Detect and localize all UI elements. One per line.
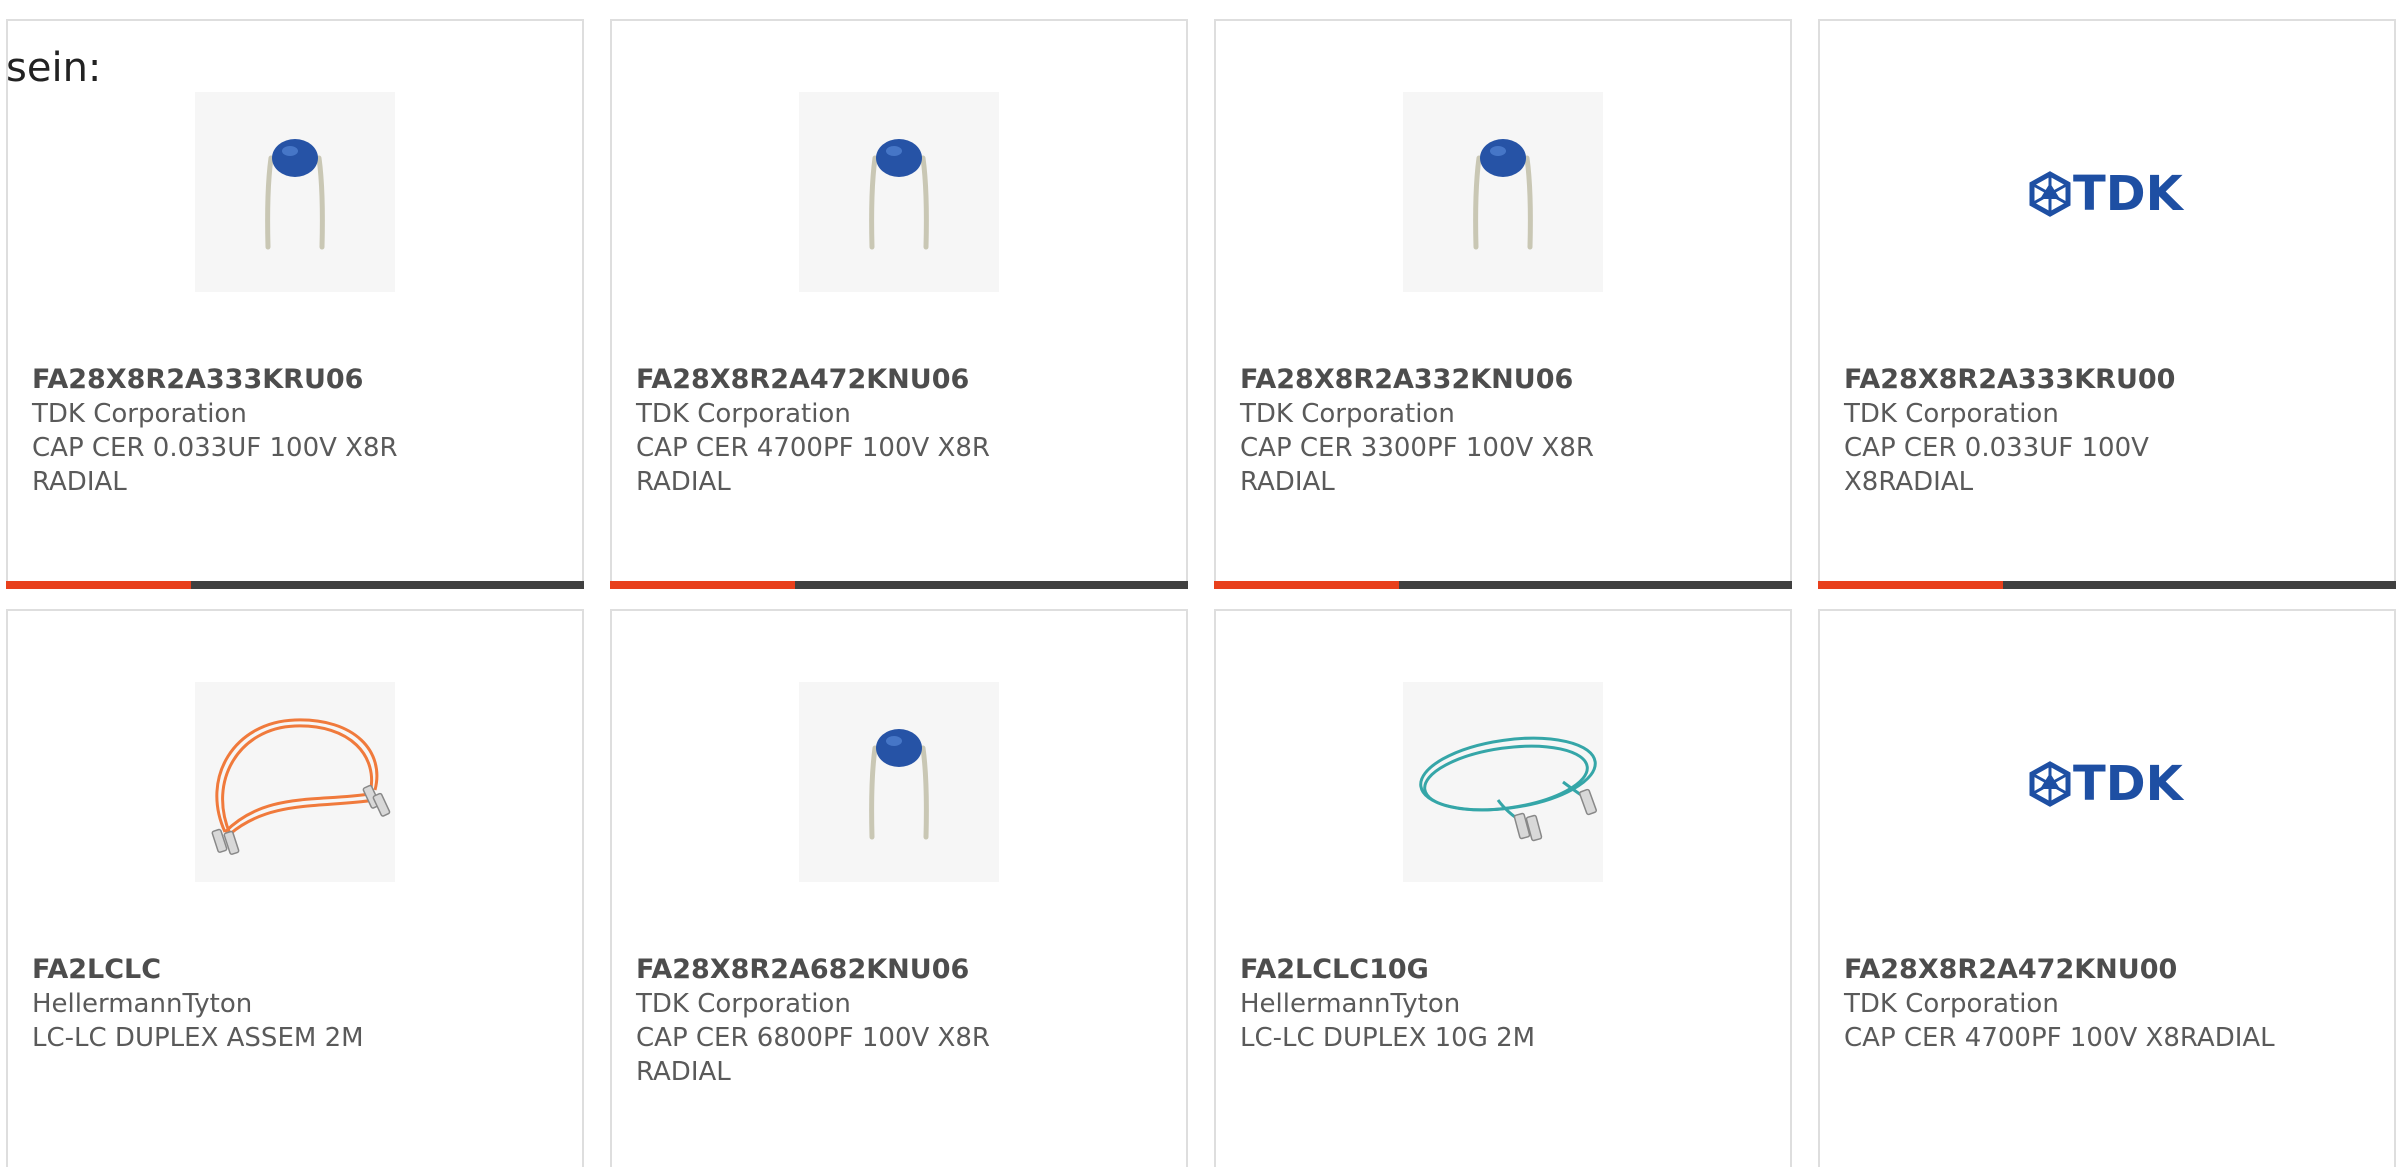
manufacturer-name: HellermannTyton [1240, 989, 1461, 1019]
product-description: LC-LC DUPLEX ASSEM 2M [32, 1023, 364, 1053]
product-info: FA28X8R2A332KNU06 TDK Corporation CAP CE… [1240, 363, 1760, 499]
product-description: RADIAL [636, 1057, 731, 1087]
part-number-link[interactable]: FA28X8R2A682KNU06 [636, 953, 1156, 987]
part-number-link[interactable]: FA2LCLC10G [1240, 953, 1760, 987]
product-info: FA2LCLC HellermannTyton LC-LC DUPLEX ASS… [32, 953, 552, 1055]
part-number-link[interactable]: FA2LCLC [32, 953, 552, 987]
orange-fiber-cable-image[interactable] [195, 682, 395, 882]
product-description: X8RADIAL [1844, 467, 1974, 497]
tdk-logo[interactable]: TDK [2007, 92, 2207, 292]
tdk-logo-text: TDK [2073, 756, 2185, 812]
product-info: FA28X8R2A472KNU06 TDK Corporation CAP CE… [636, 363, 1156, 499]
product-description: LC-LC DUPLEX 10G 2M [1240, 1023, 1536, 1053]
part-number-link[interactable]: FA28X8R2A472KNU00 [1844, 953, 2364, 987]
product-description: RADIAL [32, 467, 127, 497]
capacitor-image[interactable] [195, 92, 395, 292]
progress-bar-fill [1818, 581, 2003, 589]
manufacturer-name: TDK Corporation [1240, 399, 1455, 429]
progress-bar-fill [1214, 581, 1399, 589]
product-card[interactable]: TDK FA28X8R2A333KRU00 TDK Corporation CA… [1818, 19, 2396, 589]
product-info: FA2LCLC10G HellermannTyton LC-LC DUPLEX … [1240, 953, 1760, 1055]
product-card[interactable]: FA2LCLC10G HellermannTyton LC-LC DUPLEX … [1214, 609, 1792, 1167]
product-info: FA28X8R2A682KNU06 TDK Corporation CAP CE… [636, 953, 1156, 1089]
product-grid-page: sein: FA28X8R2A333KRU06 TDK Corporation … [0, 0, 2400, 1167]
product-card[interactable]: FA28X8R2A682KNU06 TDK Corporation CAP CE… [610, 609, 1188, 1167]
capacitor-image[interactable] [799, 92, 999, 292]
progress-bar [6, 581, 584, 589]
product-info: FA28X8R2A333KRU00 TDK Corporation CAP CE… [1844, 363, 2364, 499]
tdk-logo[interactable]: TDK [2007, 682, 2207, 882]
product-card[interactable]: FA28X8R2A472KNU06 TDK Corporation CAP CE… [610, 19, 1188, 589]
manufacturer-name: TDK Corporation [636, 989, 851, 1019]
product-description: CAP CER 3300PF 100V X8R [1240, 433, 1594, 463]
product-card[interactable]: FA2LCLC HellermannTyton LC-LC DUPLEX ASS… [6, 609, 584, 1167]
manufacturer-name: TDK Corporation [1844, 989, 2059, 1019]
progress-bar [1818, 581, 2396, 589]
product-info: FA28X8R2A333KRU06 TDK Corporation CAP CE… [32, 363, 552, 499]
product-card[interactable]: FA28X8R2A332KNU06 TDK Corporation CAP CE… [1214, 19, 1792, 589]
progress-bar-fill [610, 581, 795, 589]
aqua-fiber-cable-image[interactable] [1403, 682, 1603, 882]
part-number-link[interactable]: FA28X8R2A332KNU06 [1240, 363, 1760, 397]
manufacturer-name: TDK Corporation [1844, 399, 2059, 429]
product-description: CAP CER 6800PF 100V X8R [636, 1023, 990, 1053]
part-number-link[interactable]: FA28X8R2A333KRU00 [1844, 363, 2364, 397]
manufacturer-name: TDK Corporation [32, 399, 247, 429]
intro-text: sein: [6, 45, 102, 91]
manufacturer-name: HellermannTyton [32, 989, 253, 1019]
progress-bar [610, 581, 1188, 589]
product-card[interactable]: TDK FA28X8R2A472KNU00 TDK Corporation CA… [1818, 609, 2396, 1167]
product-description: CAP CER 4700PF 100V X8RADIAL [1844, 1023, 2275, 1053]
product-description: RADIAL [1240, 467, 1335, 497]
tdk-logo-text: TDK [2073, 166, 2185, 222]
part-number-link[interactable]: FA28X8R2A333KRU06 [32, 363, 552, 397]
product-card[interactable]: FA28X8R2A333KRU06 TDK Corporation CAP CE… [6, 19, 584, 589]
progress-bar-fill [6, 581, 191, 589]
capacitor-image[interactable] [1403, 92, 1603, 292]
capacitor-image[interactable] [799, 682, 999, 882]
progress-bar [1214, 581, 1792, 589]
product-description: CAP CER 4700PF 100V X8R [636, 433, 990, 463]
product-description: CAP CER 0.033UF 100V [1844, 433, 2149, 463]
product-info: FA28X8R2A472KNU00 TDK Corporation CAP CE… [1844, 953, 2364, 1055]
product-description: CAP CER 0.033UF 100V X8R [32, 433, 398, 463]
product-description: RADIAL [636, 467, 731, 497]
part-number-link[interactable]: FA28X8R2A472KNU06 [636, 363, 1156, 397]
manufacturer-name: TDK Corporation [636, 399, 851, 429]
